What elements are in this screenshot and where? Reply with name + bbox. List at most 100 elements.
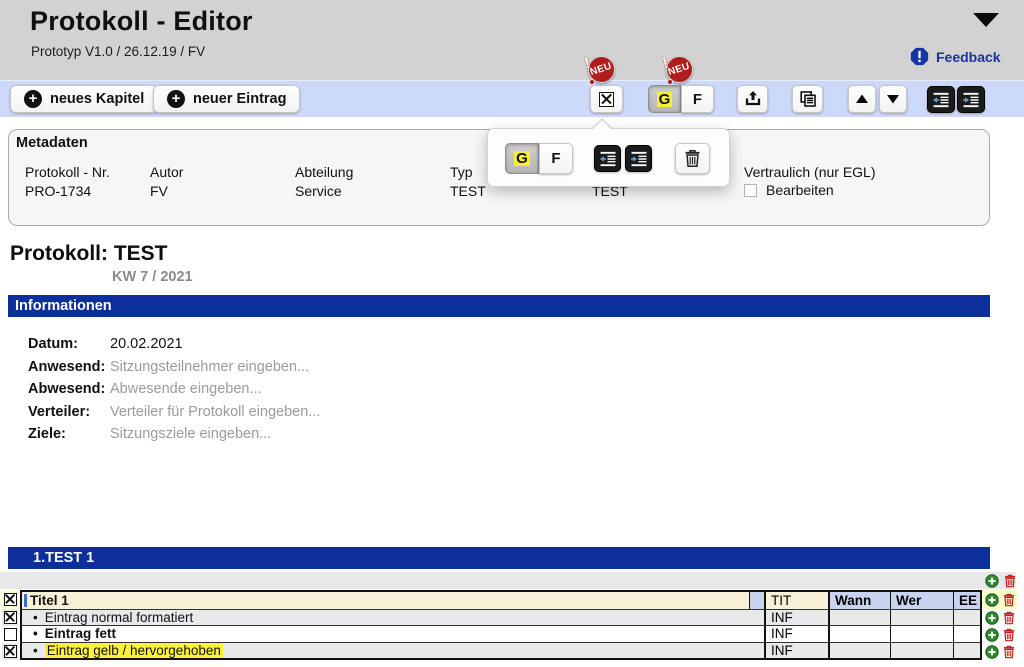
plus-circle-icon: + — [24, 90, 42, 108]
autor-label: Autor — [150, 164, 183, 180]
format-popup: G F — [487, 128, 730, 187]
bold-format-button[interactable]: F — [681, 85, 714, 113]
neu-badge: NEU! — [666, 56, 693, 83]
delete-entry-button[interactable] — [1001, 627, 1016, 642]
autor-value: FV — [150, 183, 168, 199]
field-row: Datum: 20.02.2021 — [0, 336, 990, 354]
feedback-label: Feedback — [936, 49, 1001, 65]
trash-icon — [1002, 628, 1016, 642]
entry-type: INF — [764, 610, 828, 626]
popup-highlight-label: G — [514, 151, 530, 166]
new-entry-button[interactable]: + neuer Eintrag — [153, 85, 300, 113]
app-header: Protokoll - Editor Prototyp V1.0 / 26.12… — [0, 0, 1024, 80]
plus-circle-icon: + — [167, 90, 185, 108]
verteiler-input[interactable]: Verteiler für Protokoll eingeben... — [110, 404, 320, 420]
field-label: Abwesend: — [28, 381, 105, 397]
table-row: Eintrag fett INF — [22, 625, 980, 642]
ee-cell[interactable] — [953, 610, 980, 626]
entry-checkbox[interactable] — [4, 593, 17, 606]
wer-cell[interactable] — [890, 610, 953, 626]
alert-octagon-icon — [910, 47, 929, 66]
field-row: Abwesend: Abwesende eingeben... — [0, 381, 990, 399]
wann-cell[interactable] — [828, 626, 890, 642]
entry-checkbox[interactable] — [4, 628, 17, 641]
field-label: Datum: — [28, 336, 78, 352]
protocol-title: Protokoll: TEST — [10, 242, 168, 266]
add-entry-button[interactable] — [984, 627, 999, 642]
move-up-button[interactable] — [848, 85, 876, 113]
ziele-input[interactable]: Sitzungsziele eingeben... — [110, 426, 271, 442]
add-entry-button[interactable] — [984, 610, 999, 625]
abwesend-input[interactable]: Abwesende eingeben... — [110, 381, 262, 397]
protokoll-nr-value: PRO-1734 — [25, 183, 91, 199]
plus-circle-icon — [985, 611, 999, 625]
ee-cell[interactable] — [953, 626, 980, 642]
trash-icon — [1002, 593, 1016, 607]
delete-entry-button[interactable] — [1001, 644, 1016, 659]
feedback-link[interactable]: Feedback — [910, 47, 1001, 66]
info-section-header: Informationen — [8, 295, 990, 317]
new-chapter-button[interactable]: + neues Kapitel — [10, 85, 158, 113]
edit-checkbox[interactable] — [744, 184, 757, 197]
abteilung-label: Abteilung — [295, 164, 353, 180]
add-entry-button[interactable] — [984, 592, 999, 607]
selection-cell — [749, 592, 764, 609]
add-entry-button[interactable] — [984, 573, 999, 588]
page-title: Protokoll - Editor — [30, 6, 253, 37]
copy-button[interactable] — [792, 85, 823, 113]
wer-cell[interactable] — [890, 626, 953, 642]
wann-cell[interactable] — [828, 643, 890, 659]
bold-label: F — [693, 91, 702, 108]
delete-chapter-button[interactable] — [1002, 573, 1017, 588]
wer-cell[interactable] — [890, 643, 953, 659]
indent-button[interactable] — [957, 86, 985, 113]
entry-text[interactable]: Eintrag normal formatiert — [22, 610, 764, 626]
entry-checkbox[interactable] — [4, 645, 17, 658]
checkbox-x-icon — [599, 92, 614, 107]
entry-checkbox-column — [2, 590, 18, 660]
popup-highlight-button[interactable]: G — [505, 143, 539, 174]
text-cursor — [24, 594, 27, 607]
delete-entry-button[interactable] — [1001, 592, 1016, 607]
plus-circle-icon — [985, 593, 999, 607]
outdent-button[interactable] — [927, 86, 955, 113]
table-row: Titel 1 TIT Wann Wer EE — [22, 592, 980, 609]
entry-text[interactable]: Eintrag fett — [22, 626, 764, 642]
entry-checkbox[interactable] — [4, 611, 17, 624]
checkbox-format-button[interactable] — [590, 85, 623, 113]
wer-header-cell: Wer — [890, 592, 953, 609]
delete-entry-button[interactable] — [1001, 610, 1016, 625]
new-entry-label: neuer Eintrag — [193, 91, 286, 107]
trash-icon — [1002, 645, 1016, 659]
popup-delete-button[interactable] — [675, 143, 710, 174]
popup-indent-button[interactable] — [625, 145, 652, 172]
entries-table: Titel 1 TIT Wann Wer EE Eintrag normal f… — [20, 590, 982, 660]
trash-icon — [1003, 574, 1017, 588]
field-label: Ziele: — [28, 426, 66, 442]
datum-value[interactable]: 20.02.2021 — [110, 336, 183, 352]
toolbar: + neues Kapitel + neuer Eintrag G F — [0, 80, 1024, 117]
popup-outdent-button[interactable] — [594, 145, 621, 172]
triangle-up-icon — [854, 91, 870, 107]
entry-text[interactable]: Titel 1 — [22, 592, 749, 609]
ee-cell[interactable] — [953, 643, 980, 659]
table-row: Eintrag normal formatiert INF — [22, 609, 980, 626]
anwesend-input[interactable]: Sitzungsteilnehmer eingeben... — [110, 359, 309, 375]
new-chapter-label: neues Kapitel — [50, 91, 144, 107]
entry-text[interactable]: Eintrag gelb / hervorgehoben — [22, 643, 764, 659]
popup-bold-label: F — [551, 150, 560, 167]
export-button[interactable] — [737, 85, 768, 113]
highlight-format-button[interactable]: G — [648, 85, 681, 113]
popup-bold-button[interactable]: F — [539, 143, 573, 174]
typ-label: Typ — [450, 164, 473, 180]
field-label: Anwesend: — [28, 359, 105, 375]
ee-header-cell: EE — [953, 592, 980, 609]
collapse-caret-icon[interactable] — [973, 13, 999, 27]
move-down-button[interactable] — [879, 85, 907, 113]
wann-cell[interactable] — [828, 610, 890, 626]
entry-type: TIT — [764, 592, 828, 609]
abteilung-value: Service — [295, 183, 342, 199]
add-entry-button[interactable] — [984, 644, 999, 659]
field-label: Verteiler: — [28, 404, 90, 420]
protokoll-nr-label: Protokoll - Nr. — [25, 164, 110, 180]
